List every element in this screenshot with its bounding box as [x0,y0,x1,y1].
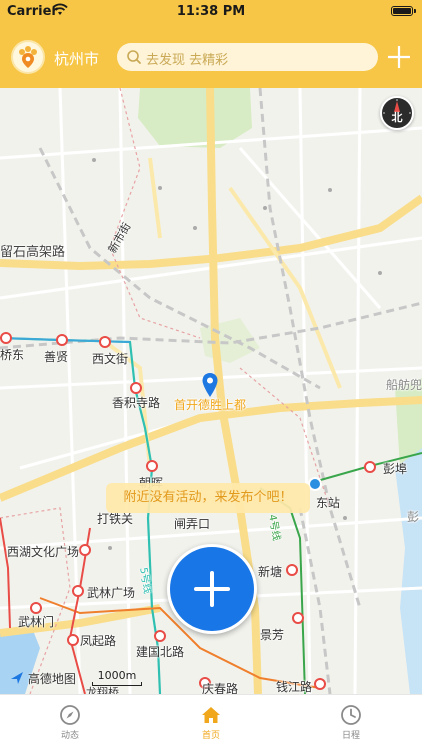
search-icon [127,50,141,64]
app-logo[interactable] [11,40,45,74]
tab-label: 动态 [60,731,79,741]
map-label: 东站 [316,496,341,510]
search-input[interactable]: 去发现 去精彩 [117,43,378,71]
map-label: 武林门 [18,615,55,629]
map-label: 香积寺路 [112,396,161,410]
amap-logo: 高德地图 [10,670,76,687]
nearby-activity-toast: 附近没有活动，来发布个吧！ [106,483,310,513]
location-logo-icon [19,46,37,68]
compass-label: 北 [391,111,403,124]
scale-label: 1000m [97,669,137,682]
home-icon [202,707,220,723]
tab-home[interactable]: 首页 [181,695,241,750]
add-icon[interactable] [386,44,412,70]
tab-label: 首页 [201,731,220,741]
map-label: 景芳 [260,628,285,642]
amap-arrow-icon [11,672,23,684]
clock-icon [341,705,361,725]
map-label: 西文街 [92,352,129,366]
map-label: 彭 [407,510,420,524]
search-placeholder: 去发现 去精彩 [146,53,229,68]
nav-bar: 杭州市 去发现 去精彩 [0,26,422,88]
location-pin-icon[interactable] [201,372,219,398]
map-label: 留石高架路 [0,245,66,260]
tab-label: 日程 [341,731,360,741]
map-view[interactable]: 留石高架路 新市街 船舫兜 桥东 善贤 西文街 香积寺路 首开德胜上都 朝晖 彭… [0,88,422,694]
amap-logo-text: 高德地图 [27,672,76,686]
map-label: 武林广场 [87,586,136,600]
map-label: 桥东 [0,348,25,362]
map-label: 建国北路 [136,645,185,659]
pin-label: 首开德胜上都 [174,398,247,412]
map-label: 钱江路 [276,680,313,694]
app-screen: Carrier 11:38 PM 杭州市 去发现 去精彩 留石高架路 新市街 船… [0,0,422,750]
status-time: 11:38 PM [176,4,246,19]
status-bar: Carrier 11:38 PM [0,0,422,26]
map-label: 西湖文化广场 [7,545,80,559]
city-selector[interactable]: 杭州市 [54,48,99,69]
tab-schedule[interactable]: 日程 [321,695,381,750]
scale-bar [92,682,142,686]
map-scale: 1000m [92,669,142,686]
compass-icon [60,705,80,725]
battery-icon [391,6,416,16]
map-label: 善贤 [44,350,69,364]
map-label: 闸弄口 [174,517,211,531]
publish-activity-button[interactable] [167,544,257,634]
map-label: 彭埠 [383,462,408,476]
tab-bar: 动态 首页 日程 [0,694,422,750]
map-label: 新塘 [258,565,283,579]
map-label: 凤起路 [80,634,117,648]
map-label: 庆春路 [202,682,239,694]
compass-button[interactable]: 北 [380,96,414,130]
tab-dynamic[interactable]: 动态 [40,695,100,750]
map-label: 船舫兜 [386,378,422,392]
